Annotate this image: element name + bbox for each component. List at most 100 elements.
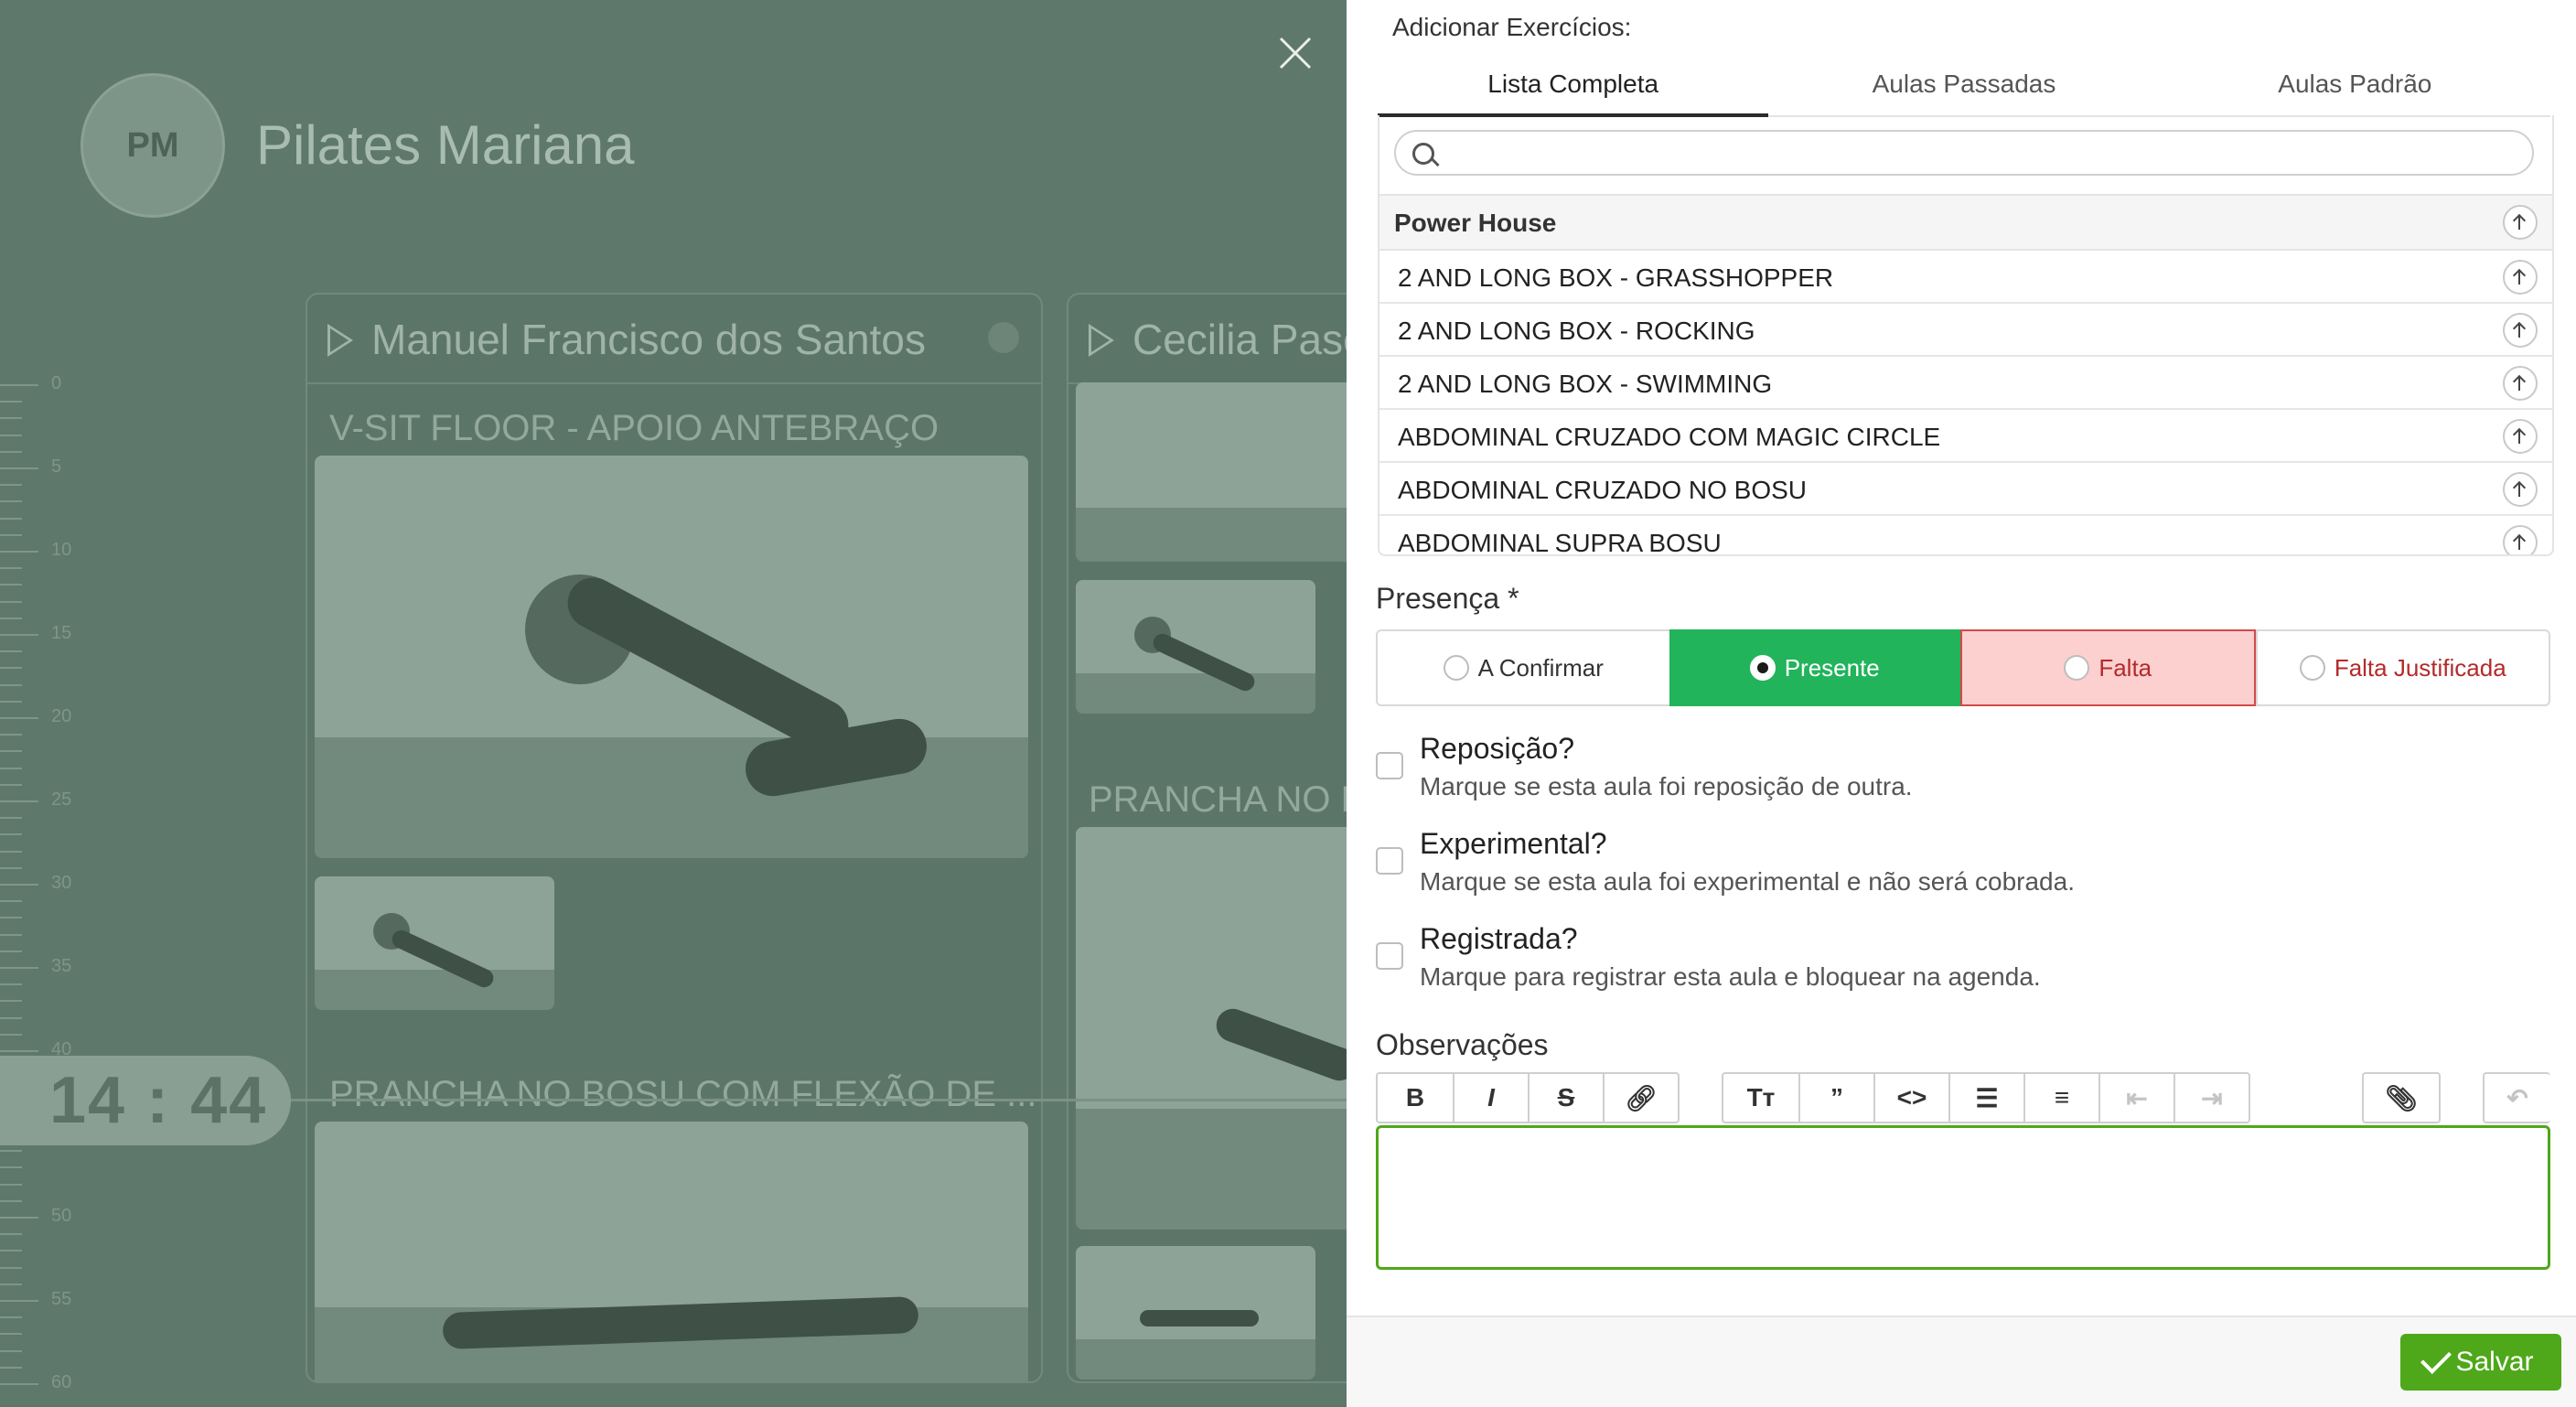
- exercise-name: ABDOMINAL CRUZADO COM MAGIC CIRCLE: [1398, 423, 1941, 451]
- exercise-name: 2 AND LONG BOX - SWIMMING: [1398, 370, 1773, 398]
- ruler-tick: [0, 1349, 22, 1352]
- search-input[interactable]: [1442, 137, 2525, 170]
- gear-icon[interactable]: [988, 322, 1019, 353]
- ruler-tick: [0, 950, 22, 952]
- arrow-up-icon[interactable]: [2503, 260, 2538, 295]
- ruler-tick: [0, 584, 22, 586]
- notes-label: Observações: [1376, 1028, 1549, 1061]
- radio-icon: [2064, 655, 2090, 681]
- ruler-tick: [0, 1250, 22, 1252]
- ruler-tick: [0, 1283, 22, 1285]
- exercise-list-item[interactable]: ABDOMINAL CRUZADO NO BOSU: [1379, 463, 2552, 516]
- ruler-tick: [0, 467, 38, 469]
- numbered-list-icon: ≡: [2054, 1083, 2070, 1112]
- ruler-tick: [0, 783, 22, 786]
- ruler-tick: [0, 900, 22, 903]
- arrow-up-icon[interactable]: [2503, 419, 2538, 454]
- arrow-up-icon[interactable]: [2503, 472, 2538, 507]
- ruler-tick: [0, 484, 22, 487]
- arrow-up-icon[interactable]: [2503, 205, 2538, 240]
- exercise-thumbnail[interactable]: [1076, 580, 1315, 714]
- arrow-up-icon[interactable]: [2503, 366, 2538, 401]
- ruler-label: 5: [51, 456, 62, 477]
- ruler-tick: [0, 850, 22, 853]
- replacement-check: Reposição? Marque se esta aula foi repos…: [1376, 732, 2547, 805]
- exercise-video[interactable]: [315, 456, 1028, 858]
- exercise-thumbnail[interactable]: [1076, 1246, 1315, 1380]
- check-description: Marque se esta aula foi experimental e n…: [1420, 867, 2075, 896]
- presence-selector: A Confirmar Presente Falta Falta Justifi…: [1376, 629, 2550, 706]
- exercise-name: 2 AND LONG BOX - ROCKING: [1398, 317, 1755, 345]
- ruler-tick: [0, 667, 22, 670]
- replacement-checkbox[interactable]: [1376, 752, 1403, 779]
- class-edit-panel: Adicionar Exercícios: Lista Completa Aul…: [1347, 0, 2576, 1407]
- ruler-tick: [0, 734, 22, 736]
- save-label: Salvar: [2455, 1347, 2534, 1377]
- ruler-tick: [0, 1033, 22, 1036]
- exercise-group-header[interactable]: Power House: [1379, 194, 2552, 251]
- undo-button[interactable]: ↶: [2485, 1074, 2550, 1122]
- ruler-tick: [0, 417, 22, 420]
- student-column-header[interactable]: Manuel Francisco dos Santos: [307, 295, 1041, 384]
- student-column-header[interactable]: Cecilia Pasc: [1068, 295, 1347, 384]
- link-button[interactable]: 🔗︎: [1603, 1074, 1678, 1122]
- code-button[interactable]: <>: [1873, 1074, 1948, 1122]
- exercise-title: PRANCHA NO BOSU COM FLEXÃO DE ...: [329, 1074, 1037, 1114]
- ruler-tick: [0, 1266, 22, 1269]
- panel-footer: Salvar: [1347, 1316, 2576, 1407]
- registered-checkbox[interactable]: [1376, 942, 1403, 970]
- tab-default-classes[interactable]: Aulas Padrão: [2160, 53, 2550, 115]
- ruler-label: 30: [51, 873, 72, 893]
- bold-button[interactable]: B: [1378, 1074, 1453, 1122]
- ruler-tick: [0, 1366, 22, 1369]
- italic-button[interactable]: I: [1453, 1074, 1528, 1122]
- exercise-list-item[interactable]: 2 AND LONG BOX - ROCKING: [1379, 304, 2552, 357]
- ruler-tick: [0, 767, 22, 769]
- arrow-up-icon[interactable]: [2503, 525, 2538, 554]
- heading-button[interactable]: Tт: [1723, 1074, 1798, 1122]
- exercise-list-item[interactable]: 2 AND LONG BOX - SWIMMING: [1379, 357, 2552, 410]
- play-icon[interactable]: [327, 324, 353, 357]
- current-time-line: [291, 1099, 1347, 1101]
- ruler-tick: [0, 1000, 22, 1003]
- indent-button[interactable]: ⇥: [2174, 1074, 2249, 1122]
- presence-option-justified-absence[interactable]: Falta Justificada: [2255, 631, 2549, 704]
- option-label: Falta Justificada: [2334, 653, 2506, 682]
- experimental-checkbox[interactable]: [1376, 847, 1403, 875]
- exercise-video[interactable]: [315, 1122, 1028, 1381]
- presence-option-absent[interactable]: Falta: [1960, 629, 2256, 706]
- group-label: Power House: [1394, 209, 1557, 237]
- bullet-list-button[interactable]: ☰: [1948, 1074, 2023, 1122]
- strikethrough-button[interactable]: S: [1528, 1074, 1603, 1122]
- exercise-source-tabs: Lista Completa Aulas Passadas Aulas Padr…: [1378, 53, 2550, 117]
- save-button[interactable]: Salvar: [2400, 1334, 2561, 1391]
- exercise-video[interactable]: [1076, 382, 1347, 562]
- ruler-tick: [0, 1166, 22, 1169]
- exercise-video[interactable]: [1076, 827, 1347, 1230]
- notes-editor[interactable]: [1376, 1125, 2550, 1270]
- current-time-badge: 14 : 44: [0, 1056, 291, 1145]
- arrow-up-icon[interactable]: [2503, 313, 2538, 348]
- check-title: Reposição?: [1420, 732, 1574, 765]
- ruler-tick: [0, 384, 38, 386]
- tab-full-list[interactable]: Lista Completa: [1378, 53, 1769, 117]
- ruler-tick: [0, 967, 38, 969]
- exercise-list-item[interactable]: 2 AND LONG BOX - GRASSHOPPER: [1379, 251, 2552, 304]
- exercise-list-item[interactable]: ABDOMINAL CRUZADO COM MAGIC CIRCLE: [1379, 410, 2552, 463]
- ruler-tick: [0, 1233, 22, 1236]
- quote-button[interactable]: ”: [1798, 1074, 1873, 1122]
- bold-icon: B: [1405, 1083, 1425, 1112]
- ruler-tick: [0, 533, 22, 536]
- presence-option-present[interactable]: Presente: [1669, 629, 1960, 706]
- attach-button[interactable]: 📎︎: [2364, 1074, 2439, 1122]
- presence-option-to-confirm[interactable]: A Confirmar: [1378, 631, 1669, 704]
- numbered-list-button[interactable]: ≡: [2023, 1074, 2098, 1122]
- exercise-list-item[interactable]: ABDOMINAL SUPRA BOSU: [1379, 516, 2552, 554]
- outdent-button[interactable]: ⇤: [2098, 1074, 2174, 1122]
- tab-past-classes[interactable]: Aulas Passadas: [1768, 53, 2159, 115]
- ruler-tick: [0, 1333, 22, 1336]
- close-icon[interactable]: [1275, 33, 1315, 73]
- registered-check: Registrada? Marque para registrar esta a…: [1376, 922, 2547, 995]
- play-icon[interactable]: [1089, 324, 1114, 357]
- exercise-thumbnail[interactable]: [315, 876, 554, 1010]
